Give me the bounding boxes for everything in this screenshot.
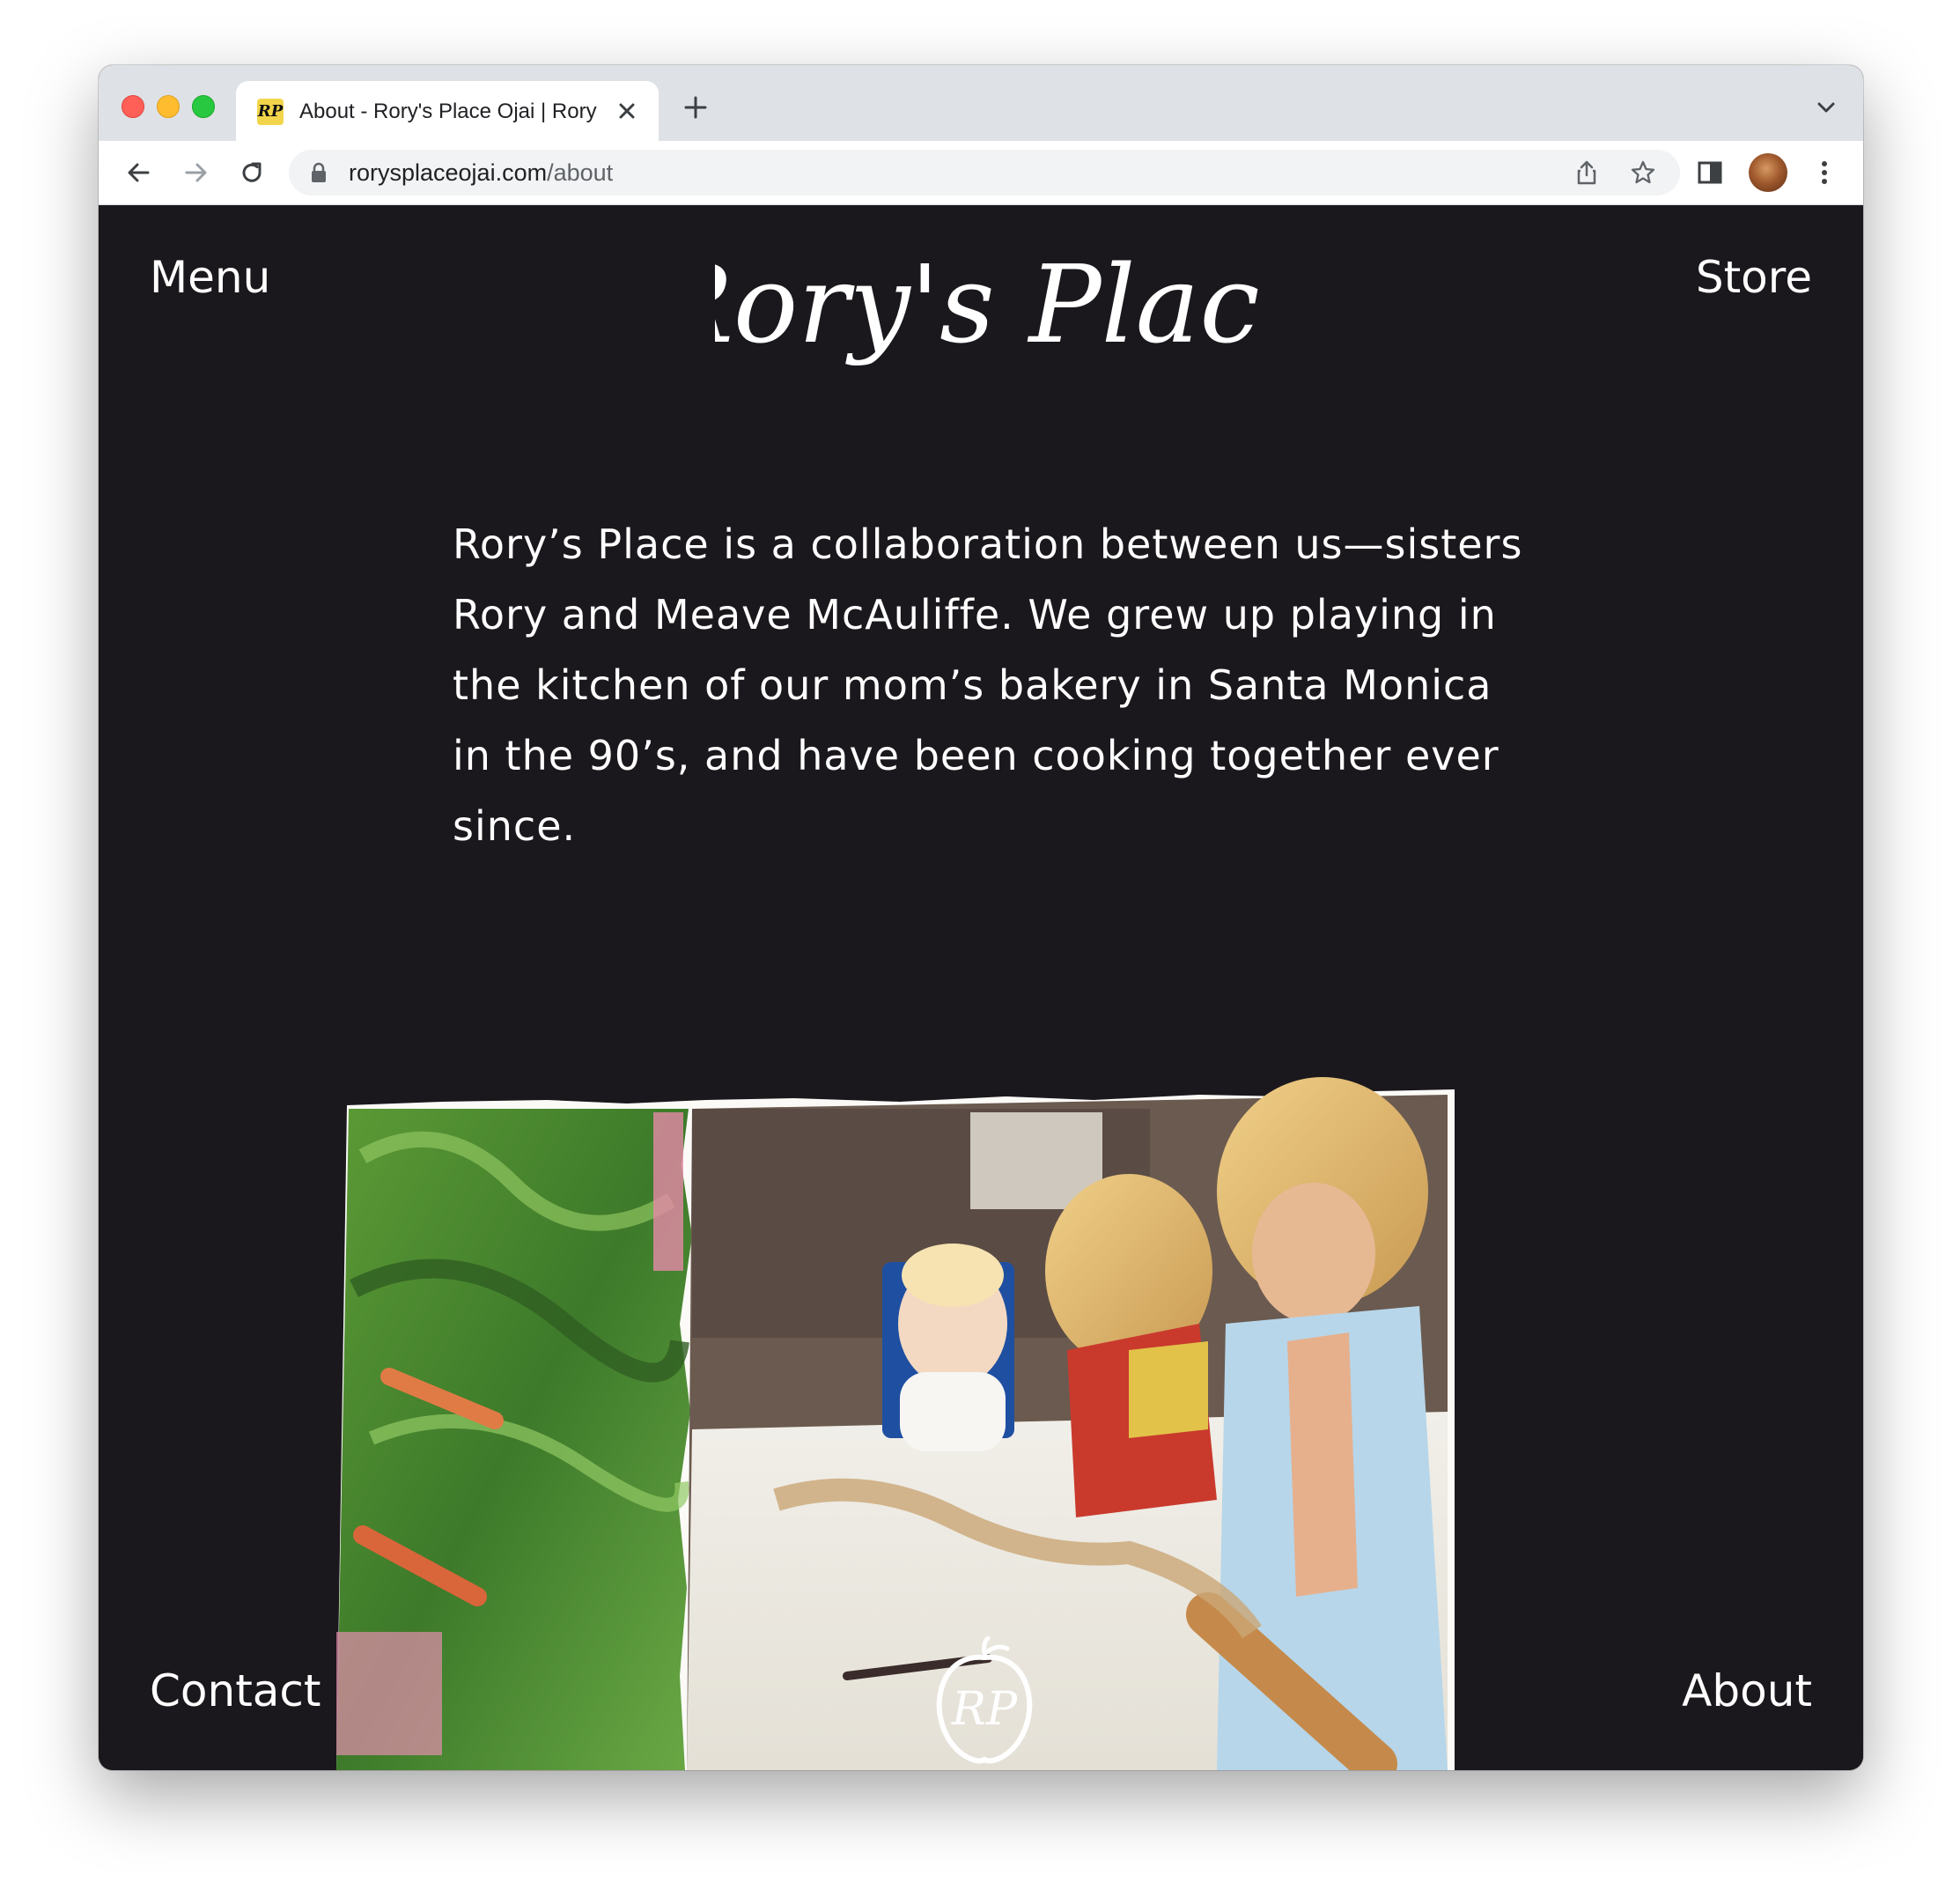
badge-text: RP	[951, 1683, 1018, 1736]
back-arrow-icon[interactable]	[123, 157, 155, 188]
forward-arrow-icon[interactable]	[180, 157, 211, 188]
kebab-menu-icon[interactable]	[1809, 157, 1840, 188]
bookmark-star-icon[interactable]	[1629, 159, 1657, 187]
url-host: rorysplaceojai.com	[349, 159, 548, 186]
side-panel-icon[interactable]	[1694, 157, 1726, 188]
zoom-window-button[interactable]	[192, 95, 215, 118]
share-icon[interactable]	[1573, 159, 1601, 187]
active-tab[interactable]: RP About - Rory's Place Ojai | Rory	[236, 81, 659, 141]
url-text[interactable]: rorysplaceojai.com/about	[349, 159, 613, 187]
tab-menu-chevron-icon[interactable]	[1816, 99, 1837, 116]
contact-link[interactable]: Contact	[150, 1664, 321, 1717]
url-path: /about	[547, 159, 614, 186]
new-tab-icon[interactable]	[682, 93, 710, 122]
rp-badge-logo[interactable]: RP	[930, 1636, 1039, 1768]
about-intro-text: Rory’s Place is a collaboration between …	[453, 520, 1523, 850]
site-logo[interactable]: Rory's Place	[715, 240, 1261, 381]
profile-avatar[interactable]	[1749, 153, 1787, 192]
about-link[interactable]: About	[1682, 1664, 1812, 1717]
close-window-button[interactable]	[122, 95, 144, 118]
menu-link[interactable]: Menu	[150, 251, 270, 304]
favicon-icon: RP	[257, 99, 284, 125]
store-link[interactable]: Store	[1696, 251, 1812, 304]
tab-title: About - Rory's Place Ojai | Rory	[299, 100, 597, 123]
browser-window: RP About - Rory's Place Ojai | Rory rory…	[99, 65, 1863, 1770]
browser-toolbar: rorysplaceojai.com/about	[99, 141, 1863, 205]
close-icon[interactable]	[613, 97, 641, 125]
address-bar[interactable]: rorysplaceojai.com/about	[289, 150, 1680, 196]
lock-icon[interactable]	[310, 162, 328, 183]
logo-text: Rory's Place	[715, 242, 1261, 367]
page-content: Menu Store Rory's Place Rory’s Place is …	[99, 205, 1863, 1770]
reload-icon[interactable]	[236, 157, 268, 188]
tab-bar: RP About - Rory's Place Ojai | Rory	[99, 65, 1863, 141]
minimize-window-button[interactable]	[157, 95, 180, 118]
